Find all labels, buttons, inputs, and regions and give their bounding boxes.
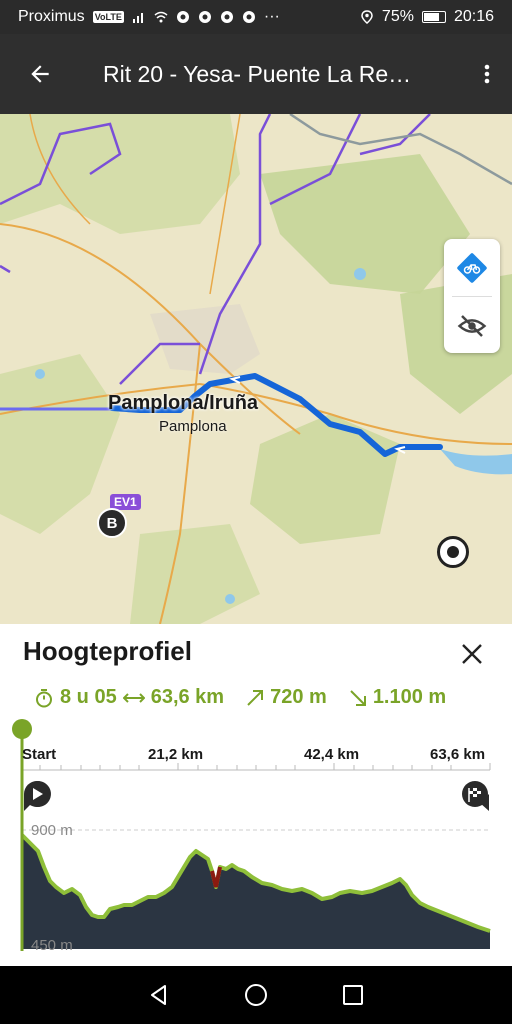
bike-layer-button[interactable] xyxy=(444,239,500,296)
nav-home-button[interactable] xyxy=(236,975,276,1015)
visibility-toggle-button[interactable] xyxy=(444,297,500,354)
x-tick-label: 21,2 km xyxy=(148,746,204,763)
ascent-icon xyxy=(247,689,264,706)
battery-percent: 75% xyxy=(381,8,414,25)
chrome-icon xyxy=(198,11,211,23)
location-icon xyxy=(361,10,373,24)
close-button[interactable] xyxy=(452,634,492,674)
x-tick-label: 42,4 km xyxy=(304,746,360,763)
app-bar: Rit 20 - Yesa- Puente La Re… xyxy=(0,34,512,114)
signal-icon xyxy=(132,13,143,23)
back-button[interactable] xyxy=(0,34,80,114)
map-label-city: Pamplona/Iruña xyxy=(108,392,259,414)
close-icon xyxy=(462,644,482,664)
y-tick-label: 450 m xyxy=(31,937,73,954)
chrome-icon xyxy=(176,11,189,23)
elevation-area xyxy=(22,835,490,949)
home-circle-icon xyxy=(244,984,267,1006)
route-stats: 8 u 05 63,6 km 720 m 1.100 m xyxy=(34,686,446,709)
play-icon xyxy=(24,781,51,811)
chrome-icon xyxy=(242,11,255,23)
elevation-panel: Hoogteprofiel 8 u 05 63,6 km 720 m 1.100… xyxy=(0,624,512,966)
map-controls xyxy=(444,239,500,353)
ascent-value: 720 m xyxy=(270,686,327,708)
arrow-left-icon xyxy=(31,65,49,83)
eye-off-icon xyxy=(457,314,487,337)
more-notifications-icon: ··· xyxy=(263,8,280,25)
map-label-city-sub: Pamplona xyxy=(159,418,227,435)
duration-value: 8 u 05 xyxy=(60,686,117,708)
map-canvas xyxy=(0,114,512,624)
x-tick-label: Start xyxy=(22,746,57,763)
clock: 20:16 xyxy=(453,8,494,25)
nav-recents-button[interactable] xyxy=(333,975,373,1015)
start-marker[interactable] xyxy=(437,536,469,568)
y-tick-label: 900 m xyxy=(31,822,73,839)
checkered-flag-icon xyxy=(462,781,489,811)
end-marker[interactable]: B xyxy=(97,508,127,538)
stopwatch-icon xyxy=(36,688,52,707)
nav-back-button[interactable] xyxy=(139,975,179,1015)
overflow-menu-button[interactable] xyxy=(462,34,512,114)
x-tick-label: 63,6 km xyxy=(430,746,486,763)
system-nav-bar xyxy=(0,966,512,1024)
carrier-name: Proximus xyxy=(18,8,85,25)
chrome-icon xyxy=(220,11,233,23)
recents-square-icon xyxy=(343,985,364,1005)
distance-value: 63,6 km xyxy=(150,686,225,708)
bike-icon xyxy=(457,252,487,283)
map-view[interactable]: Pamplona/Iruña Pamplona EV1 B xyxy=(0,114,512,624)
status-bar: Proximus VoLTE ··· 75% 20:16 xyxy=(0,0,512,34)
distance-icon xyxy=(122,692,145,703)
battery-icon xyxy=(421,11,446,23)
position-indicator-knob xyxy=(12,719,32,739)
route-title: Rit 20 - Yesa- Puente La Re… xyxy=(103,60,412,87)
more-vert-icon xyxy=(484,64,490,84)
distance-axis: Start 21,2 km 42,4 km 63,6 km xyxy=(22,742,490,772)
panel-title: Hoogteprofiel xyxy=(23,636,192,666)
volte-badge: VoLTE xyxy=(92,11,124,23)
wifi-icon xyxy=(154,11,168,23)
descent-value: 1.100 m xyxy=(372,686,447,708)
back-triangle-icon xyxy=(150,985,166,1005)
descent-icon xyxy=(350,689,366,706)
